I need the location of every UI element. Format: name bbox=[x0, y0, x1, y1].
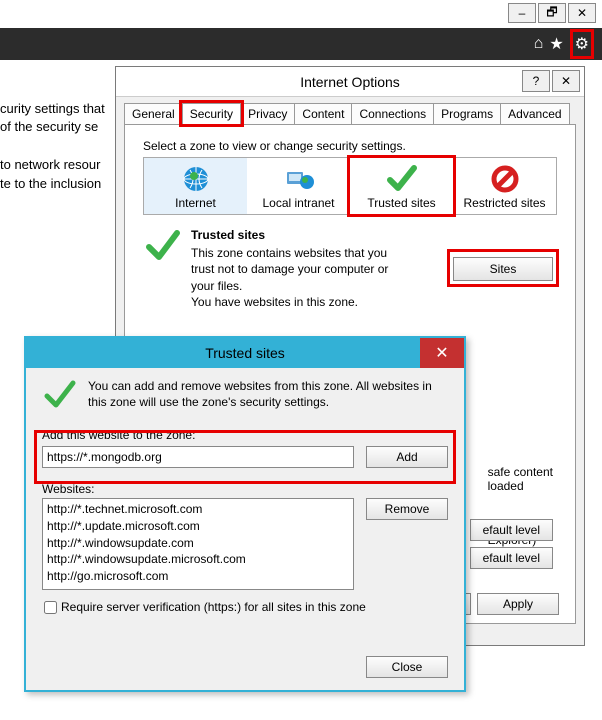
browser-toolbar: ⌂ ★ ⚙ bbox=[0, 28, 602, 60]
list-item[interactable]: http://*.update.microsoft.com bbox=[47, 518, 349, 535]
checkmark-icon bbox=[382, 164, 422, 194]
zone-detail-line-4: You have websites in this zone. bbox=[191, 294, 557, 310]
require-https-row: Require server verification (https:) for… bbox=[42, 600, 448, 614]
zone-intranet-label: Local intranet bbox=[249, 196, 348, 210]
default-level-button-2[interactable]: efault level bbox=[470, 547, 553, 569]
tab-content[interactable]: Content bbox=[294, 103, 352, 124]
tab-connections[interactable]: Connections bbox=[351, 103, 434, 124]
tab-privacy[interactable]: Privacy bbox=[240, 103, 295, 124]
trusted-close-button[interactable]: ✕ bbox=[420, 338, 464, 368]
websites-listbox[interactable]: http://*.technet.microsoft.com http://*.… bbox=[42, 498, 354, 590]
list-item[interactable]: http://*.windowsupdate.microsoft.com bbox=[47, 551, 349, 568]
intranet-icon bbox=[279, 164, 319, 194]
restricted-icon bbox=[485, 164, 525, 194]
sites-button[interactable]: Sites bbox=[453, 257, 553, 281]
add-website-input[interactable] bbox=[42, 446, 354, 468]
zone-trusted-label: Trusted sites bbox=[352, 196, 451, 210]
tab-security[interactable]: Security bbox=[182, 103, 241, 124]
window-controls: – 🗗 ✕ bbox=[508, 0, 602, 28]
zone-local-intranet[interactable]: Local intranet bbox=[247, 158, 350, 214]
zone-internet-label: Internet bbox=[146, 196, 245, 210]
add-button[interactable]: Add bbox=[366, 446, 448, 468]
internet-options-titlebar: Internet Options ? ✕ bbox=[116, 67, 584, 97]
zone-instruction: Select a zone to view or change security… bbox=[143, 139, 561, 153]
level-buttons: efault level efault level bbox=[470, 519, 553, 569]
zone-restricted-label: Restricted sites bbox=[455, 196, 554, 210]
remove-button[interactable]: Remove bbox=[366, 498, 448, 520]
tab-advanced[interactable]: Advanced bbox=[500, 103, 569, 124]
zone-internet[interactable]: Internet bbox=[144, 158, 247, 214]
trusted-title: Trusted sites bbox=[205, 345, 285, 361]
zone-detail-icon bbox=[143, 227, 183, 310]
list-item[interactable]: http://*.windowsupdate.com bbox=[47, 535, 349, 552]
add-website-label: Add this website to the zone: bbox=[42, 428, 448, 442]
trusted-sites-dialog: Trusted sites ✕ You can add and remove w… bbox=[24, 336, 466, 692]
zone-trusted-sites[interactable]: Trusted sites bbox=[350, 158, 453, 214]
help-button[interactable]: ? bbox=[522, 70, 550, 92]
trusted-intro-line-1: You can add and remove websites from thi… bbox=[88, 378, 432, 394]
tabs-row: General Security Privacy Content Connect… bbox=[116, 97, 584, 124]
trusted-intro-icon bbox=[42, 378, 78, 414]
safe-line-1: safe content bbox=[488, 465, 553, 479]
tab-programs[interactable]: Programs bbox=[433, 103, 501, 124]
minimize-button[interactable]: – bbox=[508, 3, 536, 23]
default-level-button-1[interactable]: efault level bbox=[470, 519, 553, 541]
gear-icon[interactable]: ⚙ bbox=[575, 34, 589, 54]
window-close-button[interactable]: ✕ bbox=[568, 3, 596, 23]
list-item[interactable]: http://go.microsoft.com bbox=[47, 568, 349, 585]
trusted-intro: You can add and remove websites from thi… bbox=[42, 378, 448, 414]
trusted-titlebar: Trusted sites ✕ bbox=[26, 338, 464, 368]
tab-general[interactable]: General bbox=[124, 103, 183, 124]
zone-restricted-sites[interactable]: Restricted sites bbox=[453, 158, 556, 214]
options-close-button[interactable]: ✕ bbox=[552, 70, 580, 92]
list-item[interactable]: http://*.technet.microsoft.com bbox=[47, 501, 349, 518]
zone-detail-heading: Trusted sites bbox=[191, 227, 557, 243]
websites-label: Websites: bbox=[42, 482, 448, 496]
require-https-checkbox[interactable] bbox=[44, 601, 57, 614]
require-https-label: Require server verification (https:) for… bbox=[61, 600, 366, 614]
globe-icon bbox=[176, 164, 216, 194]
trusted-close-bottom-button[interactable]: Close bbox=[366, 656, 448, 678]
apply-button[interactable]: Apply bbox=[477, 593, 559, 615]
zone-list: Internet Local intranet Trusted sites Re… bbox=[143, 157, 557, 215]
add-website-row: Add bbox=[42, 446, 448, 468]
safe-line-2: loaded bbox=[488, 479, 553, 493]
favorites-icon[interactable]: ★ bbox=[549, 34, 563, 54]
internet-options-title: Internet Options bbox=[300, 74, 400, 90]
restore-button[interactable]: 🗗 bbox=[538, 3, 566, 23]
trusted-intro-line-2: this zone will use the zone's security s… bbox=[88, 394, 432, 410]
home-icon[interactable]: ⌂ bbox=[534, 35, 544, 53]
gear-highlight: ⚙ bbox=[570, 29, 594, 59]
